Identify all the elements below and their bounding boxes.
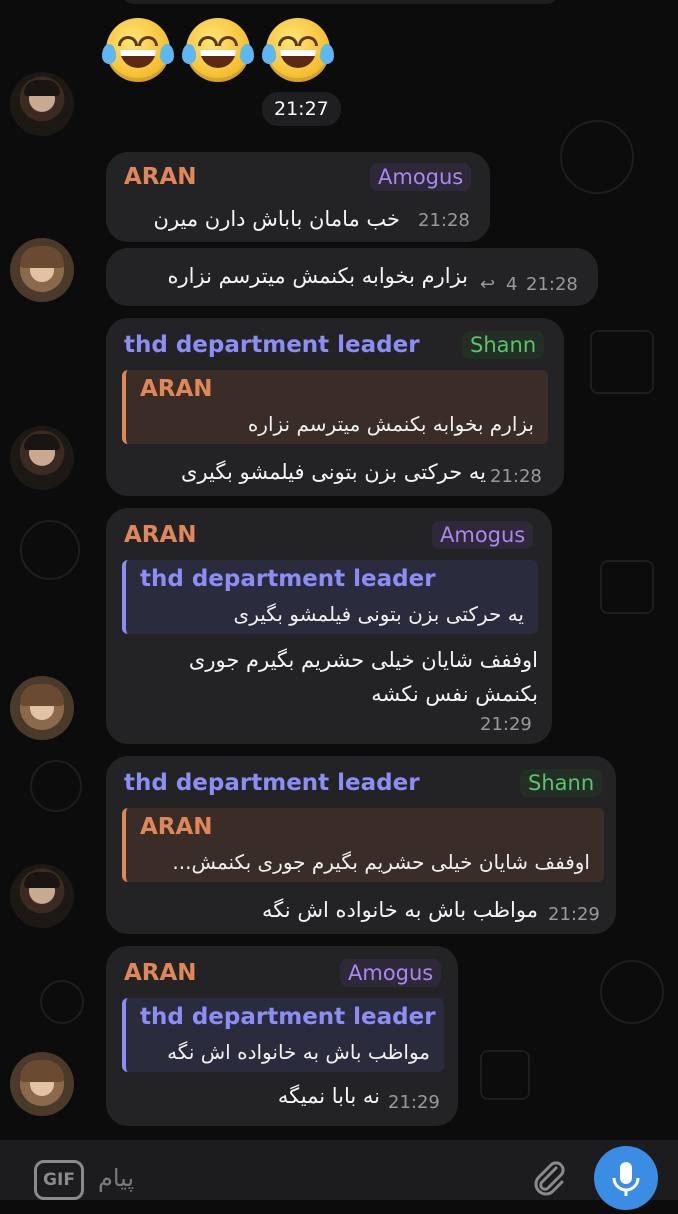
- message-bubble[interactable]: بزارم بخوابه بکنمش میترسم نزاره ↩ 4 21:2…: [106, 248, 598, 306]
- member-tag: Amogus: [340, 959, 442, 987]
- quote-text: مواظب باش به خانواده اش نگه: [167, 1040, 430, 1064]
- avatar[interactable]: [10, 72, 74, 136]
- member-tag: Shann: [462, 331, 545, 359]
- reply-quote[interactable]: ARAN اوففف شایان خیلی حشریم بگیرم جوری ب…: [122, 808, 604, 882]
- quote-text: یه حرکتی بزن بتونی فیلمشو بگیری: [233, 602, 524, 626]
- member-tag: Amogus: [370, 163, 472, 191]
- reply-quote[interactable]: thd department leader یه حرکتی بزن بتونی…: [122, 560, 538, 634]
- message-text: بزارم بخوابه بکنمش میترسم نزاره: [167, 264, 468, 288]
- reply-count: 4: [506, 274, 518, 295]
- quote-sender: thd department leader: [140, 1004, 436, 1030]
- avatar[interactable]: [10, 676, 74, 740]
- reply-icon: ↩: [480, 274, 496, 295]
- attach-icon[interactable]: [528, 1156, 568, 1196]
- message-time-pill: 21:27: [262, 92, 341, 126]
- message-bubble[interactable]: ARAN Amogus thd department leader مواظب …: [106, 946, 458, 1126]
- gif-button[interactable]: GIF: [34, 1160, 84, 1200]
- sender-name[interactable]: ARAN: [124, 960, 197, 986]
- message-text: بکنمش نفس نکشه: [371, 682, 538, 706]
- quote-sender: ARAN: [140, 376, 213, 402]
- message-time: 21:28: [490, 466, 542, 487]
- message-text: اوففف شایان خیلی حشریم بگیرم جوری: [188, 648, 538, 672]
- sender-name[interactable]: ARAN: [124, 522, 197, 548]
- message-input[interactable]: پیام: [98, 1164, 134, 1192]
- avatar[interactable]: [10, 238, 74, 302]
- message-time: 21:29: [548, 904, 600, 925]
- message-bubble[interactable]: thd department leader Shann ARAN اوففف ش…: [106, 756, 616, 934]
- avatar[interactable]: [10, 864, 74, 928]
- message-text: خب مامان باباش دارن میرن: [153, 207, 400, 231]
- message-text: مواظب باش به خانواده اش نگه: [261, 898, 538, 922]
- microphone-button[interactable]: [594, 1146, 658, 1210]
- avatar[interactable]: [10, 426, 74, 490]
- message-bubble[interactable]: ARAN Amogus thd department leader یه حرک…: [106, 508, 552, 744]
- message-text: نه بابا نمیگه: [277, 1084, 380, 1108]
- quote-text: بزارم بخوابه بکنمش میترسم نزاره: [247, 412, 534, 436]
- message-text: یه حرکتی بزن بتونی فیلمشو بگیری: [181, 460, 486, 484]
- laughing-emoji-icon: [182, 18, 254, 82]
- emoji-message[interactable]: [102, 18, 334, 82]
- laughing-emoji-icon: [262, 18, 334, 82]
- member-tag: Shann: [520, 769, 603, 797]
- quote-sender: thd department leader: [140, 566, 436, 592]
- laughing-emoji-icon: [102, 18, 174, 82]
- member-tag: Amogus: [432, 521, 534, 549]
- quote-sender: ARAN: [140, 814, 213, 840]
- sender-name[interactable]: thd department leader: [124, 770, 420, 796]
- quote-text: اوففف شایان خیلی حشریم بگیرم جوری بکنمش.…: [172, 850, 590, 874]
- message-time: 21:28: [526, 274, 578, 295]
- message-bubble[interactable]: thd department leader Shann ARAN بزارم ب…: [106, 318, 564, 496]
- sender-name[interactable]: ARAN: [124, 164, 197, 190]
- reply-quote[interactable]: thd department leader مواظب باش به خانوا…: [122, 998, 444, 1072]
- message-time: 21:29: [480, 714, 532, 735]
- sender-name[interactable]: thd department leader: [124, 332, 420, 358]
- avatar[interactable]: [10, 1052, 74, 1116]
- message-time: 21:28: [418, 210, 470, 231]
- message-time: 21:29: [388, 1092, 440, 1113]
- reply-quote[interactable]: ARAN بزارم بخوابه بکنمش میترسم نزاره: [122, 370, 548, 444]
- message-bubble[interactable]: ARAN Amogus خب مامان باباش دارن میرن 21:…: [106, 152, 490, 242]
- microphone-icon: [612, 1162, 640, 1196]
- previous-message-edge: [120, 0, 560, 4]
